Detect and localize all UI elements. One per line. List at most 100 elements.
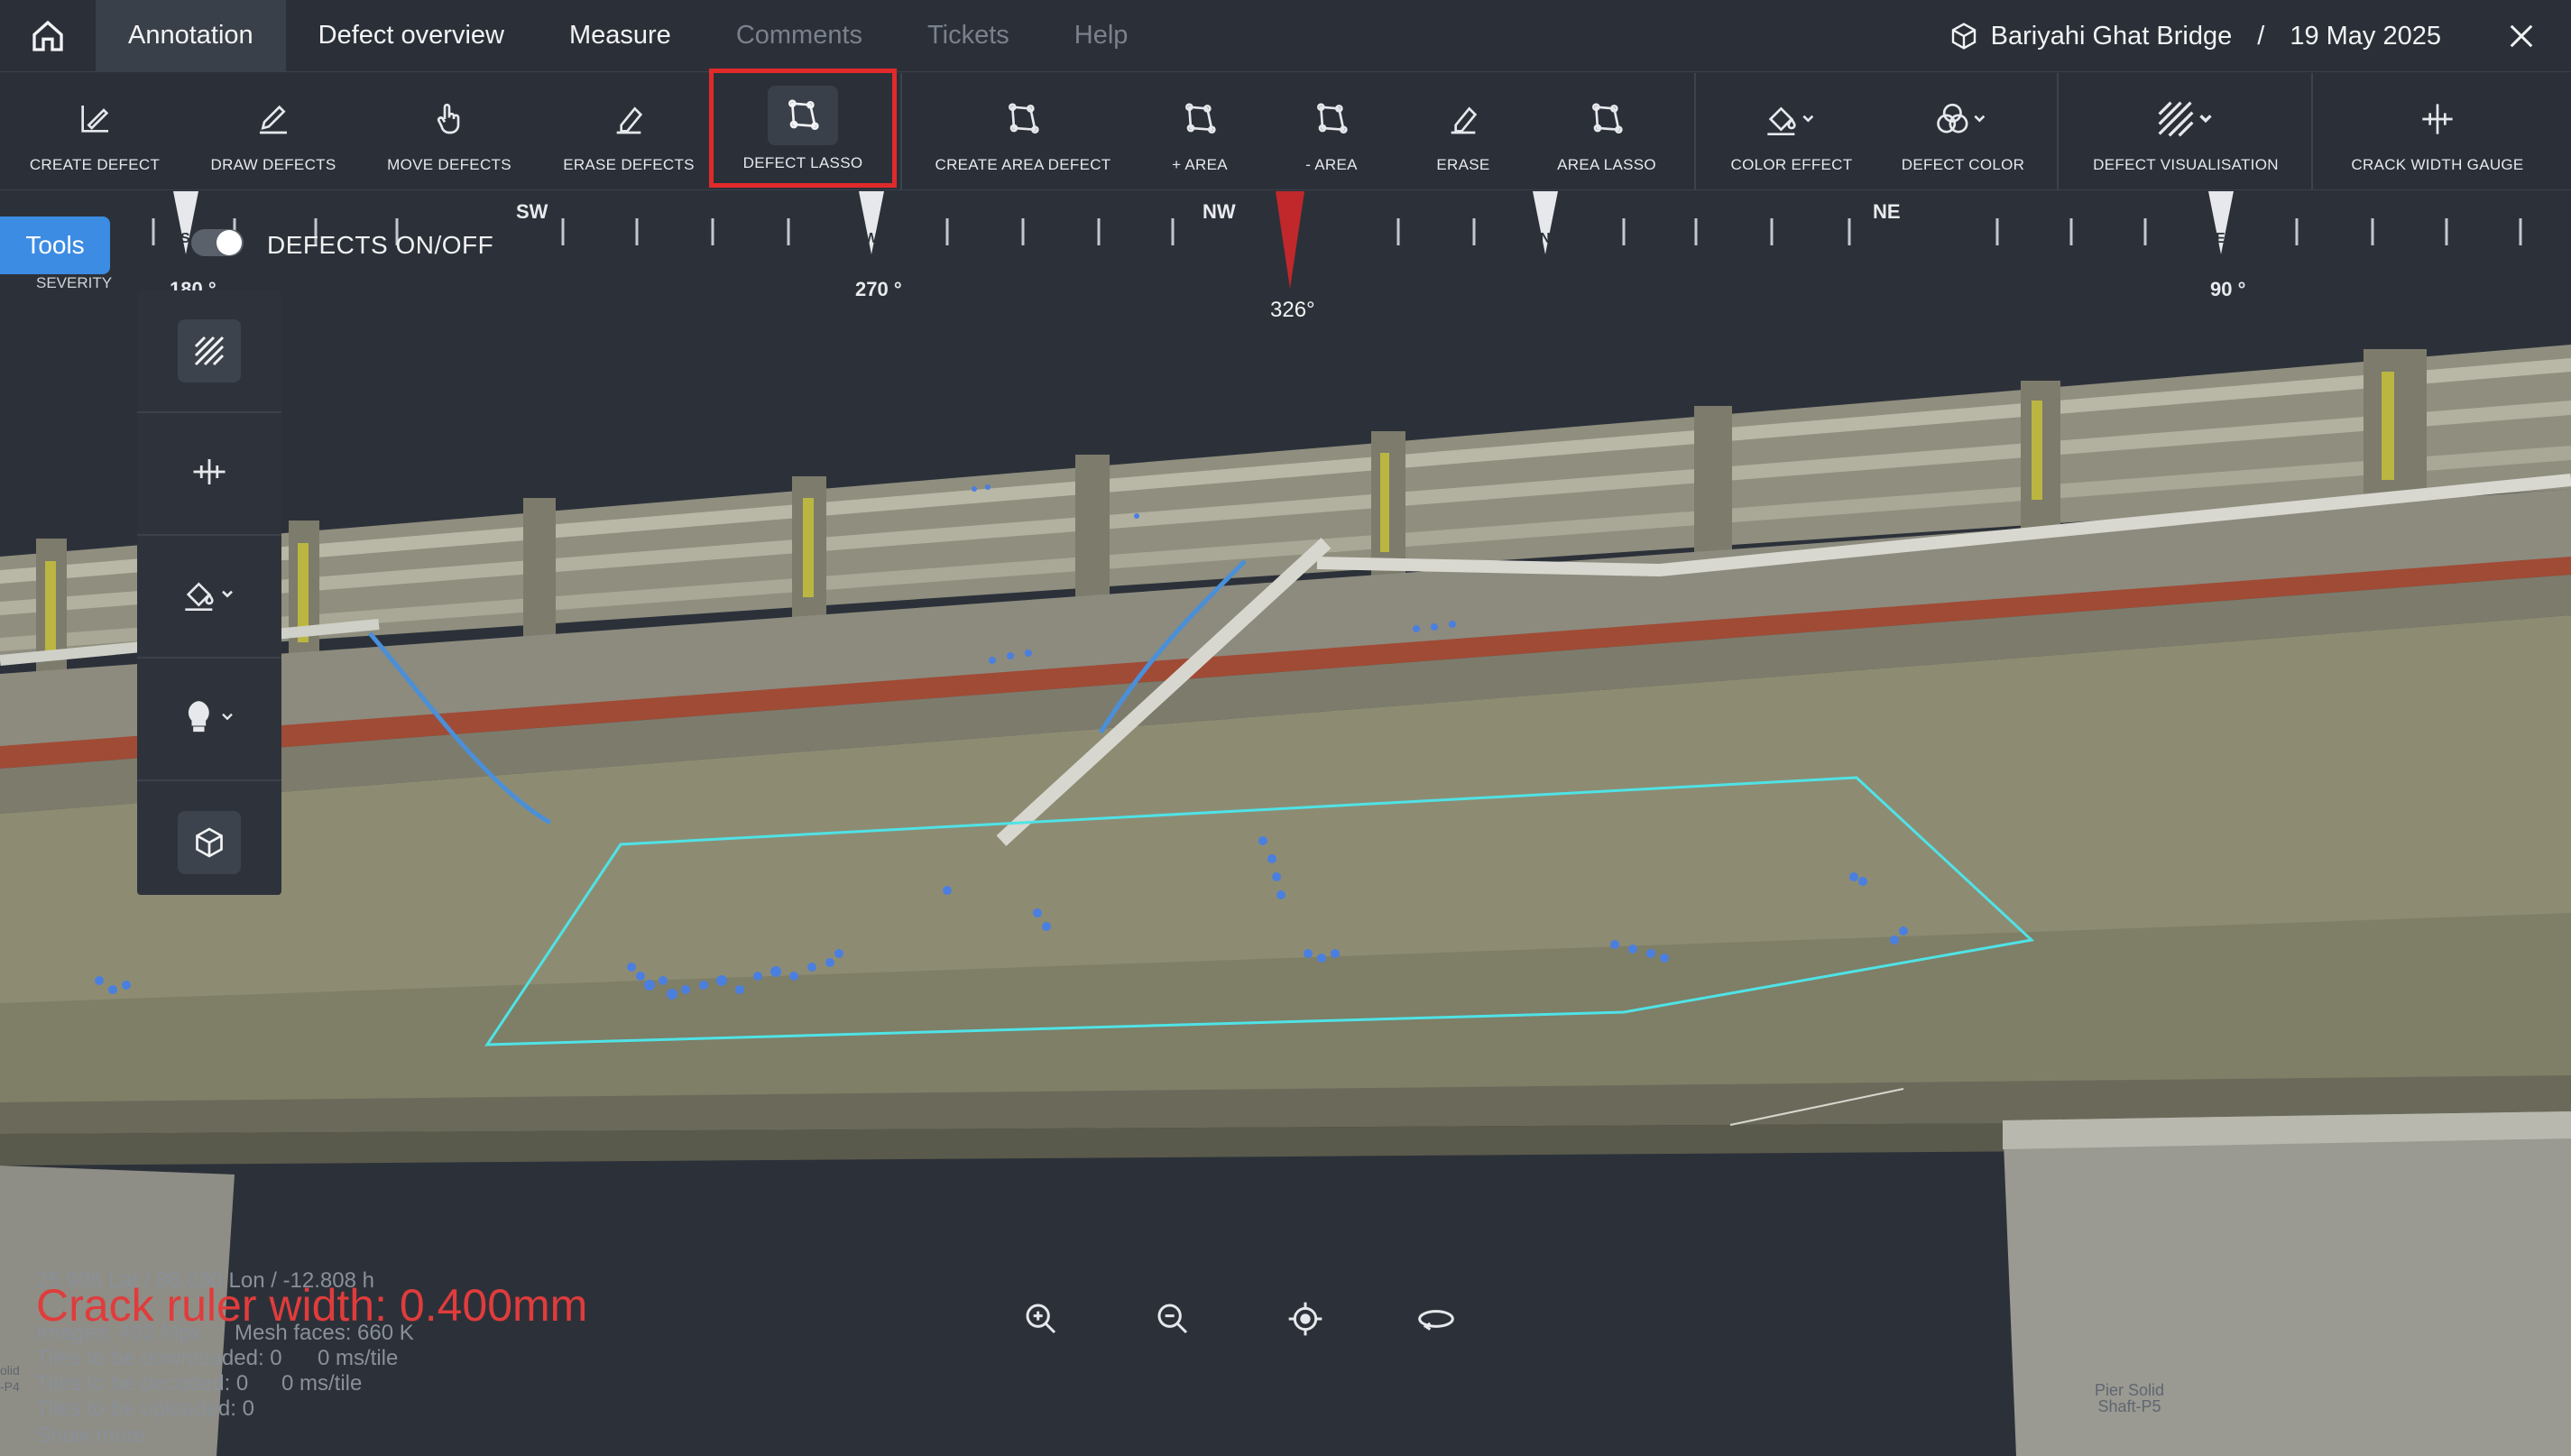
move-defects-button[interactable]: MOVE DEFECTS bbox=[377, 73, 521, 190]
subtract-area-icon bbox=[1313, 91, 1350, 147]
lighting-side-button[interactable] bbox=[137, 659, 281, 781]
current-heading: 326° bbox=[1270, 298, 1315, 322]
tool-label: - AREA bbox=[1305, 156, 1358, 173]
close-button[interactable] bbox=[2472, 0, 2571, 72]
toggle-knob bbox=[217, 230, 242, 255]
tiles-downloaded: Tiles to be downloaded: 0 bbox=[36, 1346, 282, 1370]
top-navigation-bar: Annotation Defect overview Measure Comme… bbox=[0, 0, 2571, 72]
images-count: Images: 402 Mpx bbox=[36, 1321, 203, 1345]
tool-label: ERASE bbox=[1436, 156, 1490, 173]
fill-color-side-button[interactable] bbox=[137, 536, 281, 659]
pier-label-line: Shaft-P5 bbox=[2097, 1397, 2161, 1415]
project-name[interactable]: Bariyahi Ghat Bridge bbox=[1991, 22, 2233, 51]
hatch-toggle-button[interactable] bbox=[137, 290, 281, 413]
pier-label-line: olid bbox=[0, 1363, 20, 1378]
tool-label: COLOR EFFECT bbox=[1730, 156, 1853, 173]
erase-icon bbox=[1445, 91, 1481, 147]
inspection-date[interactable]: 19 May 2025 bbox=[2290, 22, 2441, 51]
draw-defects-icon bbox=[255, 91, 291, 147]
compass-label-s: S bbox=[180, 231, 190, 246]
erase-button[interactable]: ERASE bbox=[1411, 73, 1516, 190]
create-area-defect-button[interactable]: CREATE AREA DEFECT bbox=[933, 73, 1113, 190]
tool-label: CRACK WIDTH GAUGE bbox=[2351, 156, 2524, 173]
tool-label: DEFECT VISUALISATION bbox=[2093, 156, 2279, 173]
tab-measure[interactable]: Measure bbox=[537, 0, 704, 72]
tiles-downloaded-rate: 0 ms/tile bbox=[318, 1346, 399, 1370]
tab-tickets[interactable]: Tickets bbox=[895, 0, 1042, 72]
light-bulb-icon bbox=[178, 699, 241, 740]
zoom-out-button[interactable] bbox=[1146, 1292, 1200, 1346]
toolbar-divider bbox=[900, 73, 902, 190]
tiles-uploaded: Tiles to be uploaded: 0 bbox=[36, 1396, 254, 1421]
tool-label: AREA LASSO bbox=[1557, 156, 1656, 173]
color-effect-button[interactable]: COLOR EFFECT bbox=[1719, 73, 1864, 190]
toolbar-divider bbox=[2057, 73, 2059, 190]
crack-gauge-icon bbox=[190, 453, 228, 495]
tab-annotation[interactable]: Annotation bbox=[96, 0, 286, 72]
tab-defect-overview[interactable]: Defect overview bbox=[286, 0, 537, 72]
pier-label-line: -P4 bbox=[0, 1379, 20, 1394]
mesh-faces-count: Mesh faces: 660 K bbox=[235, 1321, 414, 1345]
create-defect-icon bbox=[77, 91, 113, 147]
tab-comments[interactable]: Comments bbox=[704, 0, 895, 72]
subtract-area-button[interactable]: - AREA bbox=[1277, 73, 1386, 190]
tools-button[interactable]: Tools bbox=[0, 217, 110, 274]
create-area-defect-icon bbox=[1005, 91, 1041, 147]
recenter-button[interactable] bbox=[1278, 1292, 1332, 1346]
home-button[interactable] bbox=[0, 0, 96, 72]
crack-width-gauge-button[interactable]: CRACK WIDTH GAUGE bbox=[2342, 73, 2533, 190]
crack-gauge-side-button[interactable] bbox=[137, 413, 281, 536]
compass-degree-90: 90 ° bbox=[2210, 278, 2246, 300]
tool-label: CREATE DEFECT bbox=[29, 156, 161, 173]
cube-icon bbox=[178, 811, 241, 874]
add-area-button[interactable]: + AREA bbox=[1146, 73, 1254, 190]
tiles-decoded-rate: 0 ms/tile bbox=[281, 1371, 363, 1396]
defect-color-icon bbox=[1936, 91, 1990, 147]
pier-label-line: Pier Solid bbox=[2095, 1381, 2165, 1399]
fill-color-icon bbox=[178, 576, 241, 617]
tiles-decoded: Tiles to be decoded: 0 bbox=[36, 1371, 249, 1396]
draw-defects-button[interactable]: DRAW DEFECTS bbox=[198, 73, 348, 190]
create-defect-button[interactable]: CREATE DEFECT bbox=[16, 73, 173, 190]
home-icon bbox=[32, 20, 63, 51]
compass-strip[interactable]: S SW W NW N NE E 180 ° 270 ° 90 ° 326° bbox=[0, 191, 2571, 336]
zoom-in-button[interactable] bbox=[1014, 1292, 1068, 1346]
orbit-button[interactable] bbox=[1409, 1292, 1463, 1346]
recenter-icon bbox=[1288, 1302, 1322, 1336]
bridge-model[interactable] bbox=[0, 191, 2571, 1456]
3d-viewport[interactable]: S SW W NW N NE E 180 ° 270 ° 90 ° 326° T… bbox=[0, 191, 2571, 1456]
side-tool-panel bbox=[137, 290, 281, 895]
compass-degree-270: 270 ° bbox=[855, 278, 902, 300]
tab-help[interactable]: Help bbox=[1042, 0, 1161, 72]
tool-label: DEFECT LASSO bbox=[742, 154, 863, 171]
defect-visualisation-button[interactable]: DEFECT VISUALISATION bbox=[2084, 73, 2288, 190]
defect-lasso-button[interactable]: DEFECT LASSO bbox=[709, 69, 897, 188]
severity-label: SEVERITY bbox=[36, 274, 113, 291]
area-lasso-icon bbox=[1589, 91, 1625, 147]
defect-color-button[interactable]: DEFECT COLOR bbox=[1891, 73, 2035, 190]
move-defects-icon bbox=[431, 91, 467, 147]
toolbar-divider bbox=[1694, 73, 1696, 190]
show-more-link[interactable]: Show more bbox=[36, 1424, 145, 1449]
color-effect-icon bbox=[1765, 91, 1819, 147]
defects-toggle[interactable] bbox=[191, 229, 244, 256]
erase-defects-button[interactable]: ERASE DEFECTS bbox=[554, 73, 704, 190]
model-view-side-button[interactable] bbox=[137, 781, 281, 904]
erase-defects-icon bbox=[611, 91, 647, 147]
compass-label-sw: SW bbox=[516, 200, 548, 223]
defect-lasso-icon bbox=[768, 86, 838, 145]
zoom-out-icon bbox=[1157, 1304, 1188, 1334]
pier-label-p5: Pier Solid Shaft-P5 bbox=[2095, 1382, 2164, 1415]
crack-width-gauge-icon bbox=[2419, 91, 2456, 147]
annotation-toolbar: CREATE DEFECT DRAW DEFECTS MOVE DEFECTS … bbox=[0, 69, 2571, 190]
close-icon bbox=[2510, 24, 2533, 48]
add-area-icon bbox=[1182, 91, 1218, 147]
compass-label-nw: NW bbox=[1203, 200, 1236, 223]
breadcrumb-separator: / bbox=[2257, 21, 2265, 51]
area-lasso-button[interactable]: AREA LASSO bbox=[1534, 73, 1680, 190]
defect-visualisation-icon bbox=[2154, 91, 2217, 147]
tool-label: MOVE DEFECTS bbox=[387, 156, 511, 173]
tool-label: ERASE DEFECTS bbox=[563, 156, 695, 173]
toolbar-divider bbox=[2311, 73, 2313, 190]
project-cube-icon bbox=[1949, 22, 1978, 51]
